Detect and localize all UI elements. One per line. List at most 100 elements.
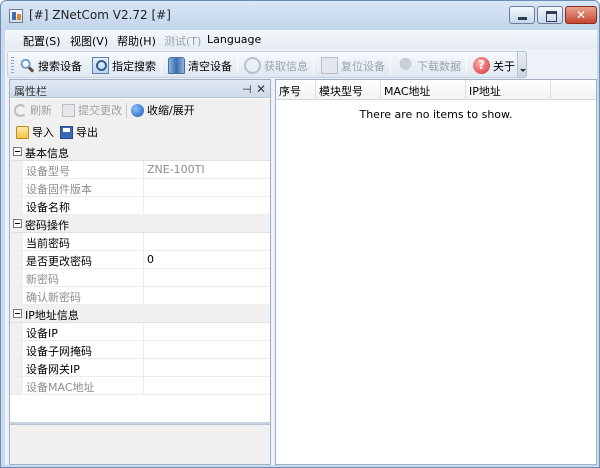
toolbar-separator <box>466 56 467 75</box>
property-name: 新密码 <box>26 273 59 286</box>
row-gutter <box>10 287 23 304</box>
close-window-button[interactable]: ✕ <box>565 6 597 24</box>
column-header-index[interactable]: 序号 <box>276 80 316 100</box>
import-export-toolbar: 导入 导出 <box>10 121 270 143</box>
property-row[interactable]: 设备型号 ZNE-100TI <box>10 161 270 179</box>
column-label: IP地址 <box>469 85 501 98</box>
specify-search-label: 指定搜索 <box>112 59 156 73</box>
toolbar-separator <box>390 56 391 75</box>
property-name: 设备MAC地址 <box>26 381 95 394</box>
submit-icon <box>62 103 75 117</box>
property-row[interactable]: 设备子网掩码 <box>10 341 270 359</box>
about-button[interactable]: 关于 <box>473 55 515 76</box>
download-data-label: 下载数据 <box>417 59 461 73</box>
category-ip-info[interactable]: IP地址信息 <box>10 305 270 323</box>
menu-help[interactable]: 帮助(H) <box>117 33 156 49</box>
column-divider <box>143 161 144 178</box>
property-row[interactable]: 确认新密码 <box>10 287 270 305</box>
menu-test[interactable]: 测试(T) <box>164 33 201 49</box>
property-row[interactable]: 当前密码 <box>10 233 270 251</box>
property-row[interactable]: 设备名称 <box>10 197 270 215</box>
get-info-button[interactable]: 获取信息 <box>244 55 308 76</box>
clear-devices-label: 清空设备 <box>188 59 232 73</box>
property-grid: 基本信息 设备型号 ZNE-100TI 设备固件版本 设备名称 密码操作 当前密… <box>10 143 270 422</box>
column-header-ip[interactable]: IP地址 <box>466 80 551 100</box>
main-toolbar: 搜索设备 指定搜索 清空设备 获取信息 复位设备 下载数据 ? 关于 <box>7 51 527 78</box>
toolbar-separator <box>126 103 127 118</box>
column-divider <box>143 197 144 214</box>
property-value[interactable]: ZNE-100TI <box>147 163 205 176</box>
collapse-toggle-icon[interactable] <box>13 147 22 156</box>
device-list[interactable]: 序号 模块型号 MAC地址 IP地址 There are no items to… <box>275 79 597 465</box>
property-row[interactable]: 设备MAC地址 <box>10 377 270 395</box>
column-label: MAC地址 <box>384 85 431 98</box>
minimize-button[interactable] <box>509 6 535 24</box>
device-list-header: 序号 模块型号 MAC地址 IP地址 <box>276 80 596 100</box>
column-divider <box>143 323 144 340</box>
collapse-toggle-icon[interactable] <box>13 219 22 228</box>
submit-changes-button[interactable]: 提交更改 <box>62 102 122 118</box>
property-row[interactable]: 新密码 <box>10 269 270 287</box>
property-row[interactable]: 设备IP <box>10 323 270 341</box>
column-divider <box>143 179 144 196</box>
download-icon <box>397 57 414 74</box>
category-label: IP地址信息 <box>25 309 79 322</box>
get-info-label: 获取信息 <box>264 59 308 73</box>
maximize-button[interactable] <box>537 6 563 24</box>
submit-changes-label: 提交更改 <box>78 104 122 117</box>
menu-view[interactable]: 视图(V) <box>70 33 108 49</box>
property-row[interactable]: 是否更改密码 0 <box>10 251 270 269</box>
app-icon[interactable] <box>9 9 23 23</box>
property-panel: 属性栏 ⊣ ✕ 刷新 提交更改 收缩/展开 导入 导出 基本信息 设备型号 ZN… <box>9 79 271 465</box>
search-devices-label: 搜索设备 <box>38 59 82 73</box>
category-basic-info[interactable]: 基本信息 <box>10 143 270 161</box>
about-label: 关于 <box>493 59 515 73</box>
column-divider <box>143 287 144 304</box>
category-label: 密码操作 <box>25 219 69 232</box>
property-row[interactable]: 设备网关IP <box>10 359 270 377</box>
column-divider <box>143 269 144 286</box>
collapse-expand-button[interactable]: 收缩/展开 <box>131 102 195 118</box>
row-gutter <box>10 251 23 268</box>
client-area: 配置(S) 视图(V) 帮助(H) 测试(T) Language 搜索设备 指定… <box>5 30 597 465</box>
collapse-toggle-icon[interactable] <box>13 309 22 318</box>
property-name: 设备固件版本 <box>26 183 92 196</box>
toolbar-grip[interactable] <box>11 57 14 74</box>
refresh-label: 刷新 <box>30 104 52 117</box>
row-gutter <box>10 161 23 178</box>
category-password[interactable]: 密码操作 <box>10 215 270 233</box>
property-name: 设备IP <box>26 327 58 340</box>
close-icon: ✕ <box>575 8 587 22</box>
property-value[interactable]: 0 <box>147 253 154 266</box>
import-button[interactable]: 导入 <box>16 124 54 140</box>
row-gutter <box>10 323 23 340</box>
column-header-mac[interactable]: MAC地址 <box>381 80 466 100</box>
row-gutter <box>10 359 23 376</box>
row-gutter <box>10 377 23 394</box>
specify-search-button[interactable]: 指定搜索 <box>92 55 156 76</box>
pin-icon[interactable]: ⊣ <box>242 83 252 96</box>
export-button[interactable]: 导出 <box>60 124 98 140</box>
reset-device-button[interactable]: 复位设备 <box>321 55 385 76</box>
refresh-button[interactable]: 刷新 <box>14 102 52 118</box>
download-data-button[interactable]: 下载数据 <box>397 55 461 76</box>
column-divider <box>143 233 144 250</box>
clear-devices-button[interactable]: 清空设备 <box>168 55 232 76</box>
refresh-icon <box>14 103 27 117</box>
export-label: 导出 <box>76 126 98 139</box>
close-icon[interactable]: ✕ <box>256 82 266 96</box>
property-row[interactable]: 设备固件版本 <box>10 179 270 197</box>
magnifier-icon <box>18 57 35 74</box>
row-gutter <box>10 233 23 250</box>
menu-language[interactable]: Language <box>207 33 261 46</box>
menu-bar: 配置(S) 视图(V) 帮助(H) 测试(T) Language <box>5 30 597 49</box>
toolbar-separator <box>237 56 238 75</box>
collapse-expand-label: 收缩/展开 <box>147 104 195 117</box>
reset-icon <box>321 57 338 74</box>
property-panel-title: 属性栏 <box>14 85 47 98</box>
title-bar[interactable]: [#] ZNetCom V2.72 [#] ✕ <box>1 1 599 30</box>
toolbar-overflow-button[interactable] <box>517 51 527 78</box>
menu-config[interactable]: 配置(S) <box>23 33 61 49</box>
column-header-model[interactable]: 模块型号 <box>316 80 381 100</box>
search-devices-button[interactable]: 搜索设备 <box>18 55 82 76</box>
